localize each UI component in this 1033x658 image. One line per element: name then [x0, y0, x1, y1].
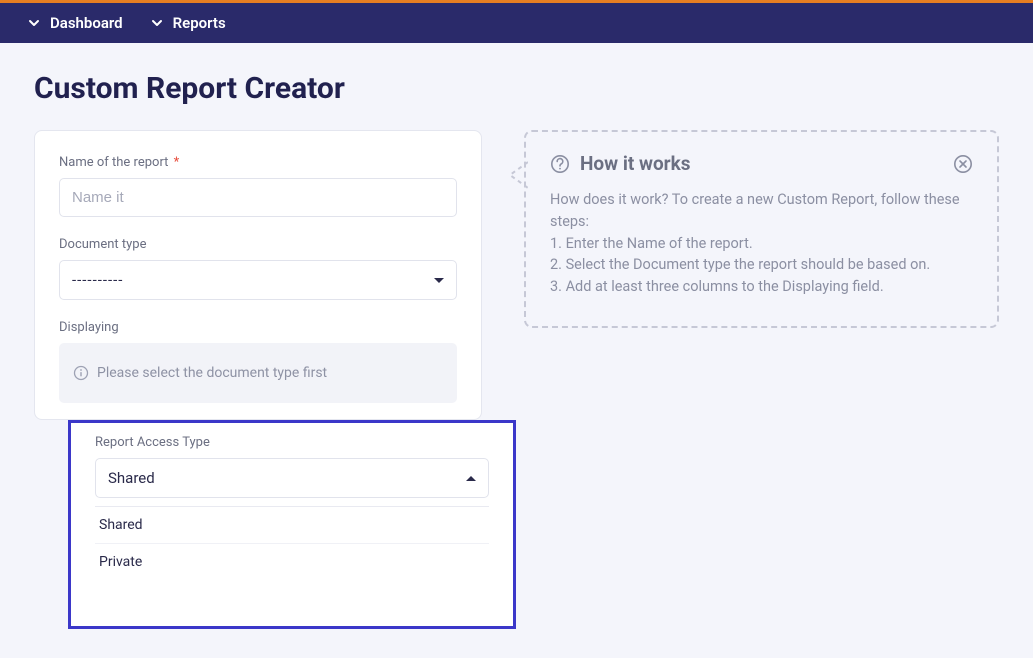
help-step-3: 3. Add at least three columns to the Dis…: [550, 276, 973, 298]
help-title: How it works: [580, 152, 691, 175]
access-type-section-highlight: Report Access Type Shared Shared Private: [68, 420, 516, 629]
nav-item-dashboard[interactable]: Dashboard: [28, 14, 123, 32]
question-icon: [550, 154, 570, 174]
chevron-down-icon: [151, 17, 163, 29]
help-arrow-icon: [508, 160, 526, 188]
navbar: Dashboard Reports: [0, 3, 1033, 43]
help-body: How does it work? To create a new Custom…: [550, 189, 973, 298]
help-intro: How does it work? To create a new Custom…: [550, 191, 960, 230]
report-form-card: Name of the report * Document type -----…: [34, 130, 482, 420]
nav-item-label: Reports: [173, 14, 226, 32]
document-type-select[interactable]: ----------: [59, 260, 457, 300]
required-asterisk: *: [174, 155, 180, 170]
document-type-label: Document type: [59, 237, 457, 252]
displaying-hint-text: Please select the document type first: [97, 365, 327, 381]
access-type-label: Report Access Type: [95, 435, 489, 450]
chevron-down-icon: [28, 17, 40, 29]
displaying-empty-hint: Please select the document type first: [59, 343, 457, 403]
nav-item-label: Dashboard: [50, 14, 123, 32]
caret-up-icon: [466, 476, 476, 481]
help-step-2: 2. Select the Document type the report s…: [550, 254, 973, 276]
page-title: Custom Report Creator: [34, 71, 999, 106]
name-label-text: Name of the report: [59, 155, 168, 170]
access-type-dropdown: Shared Private: [95, 506, 489, 580]
access-type-select[interactable]: Shared: [95, 458, 489, 498]
report-name-input[interactable]: [59, 178, 457, 217]
displaying-label: Displaying: [59, 320, 457, 335]
close-icon[interactable]: [953, 154, 973, 174]
access-type-option-shared[interactable]: Shared: [95, 507, 489, 544]
caret-down-icon: [434, 278, 444, 283]
access-type-option-private[interactable]: Private: [95, 544, 489, 580]
info-icon: [73, 365, 89, 381]
name-label: Name of the report *: [59, 155, 457, 170]
document-type-value: ----------: [72, 271, 123, 289]
help-step-1: 1. Enter the Name of the report.: [550, 233, 973, 255]
help-panel: How it works How does it work? To create…: [524, 130, 999, 328]
access-type-value: Shared: [108, 469, 155, 487]
nav-item-reports[interactable]: Reports: [151, 14, 226, 32]
